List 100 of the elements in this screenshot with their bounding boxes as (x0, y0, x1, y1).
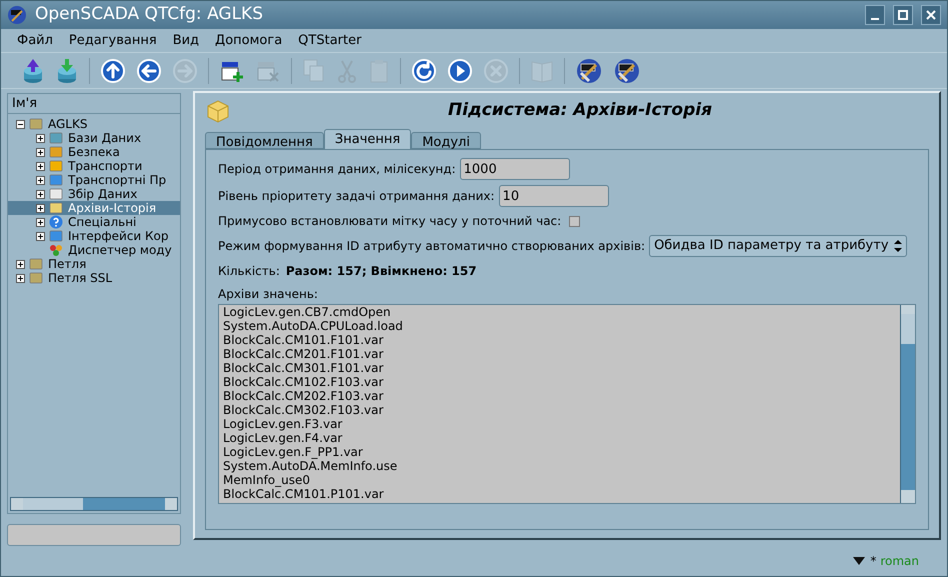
dropdown[interactable]: Обидва ID параметру та атрибуту (649, 235, 907, 257)
expand-icon[interactable] (36, 218, 45, 226)
toolbar-button[interactable] (613, 56, 641, 84)
arrow-right-icon (172, 58, 198, 84)
column-header: Ім'я (8, 94, 180, 114)
list-item[interactable]: System.AutoDA.MemInfo.use (223, 459, 896, 473)
status-marker: * (870, 553, 876, 570)
tree-item[interactable]: Петля (8, 257, 180, 271)
menu-item[interactable]: Вид (172, 30, 200, 50)
tab[interactable]: Модулі (411, 132, 481, 149)
list-item[interactable]: BlockCalc.CM101.F101.var (223, 333, 896, 347)
user-name: roman (880, 553, 919, 570)
toolbar-button[interactable] (411, 58, 437, 84)
tree-item[interactable]: Бази Даних (8, 131, 180, 145)
expand-icon[interactable] (16, 260, 25, 268)
tools-icon (575, 56, 603, 84)
tab[interactable]: Значення (324, 129, 412, 149)
tree-item[interactable]: Диспетчер моду (8, 243, 180, 257)
expand-icon[interactable] (36, 134, 45, 142)
toolbar-button[interactable] (136, 58, 162, 84)
list-item[interactable]: BlockCalc.CM201.F101.var (223, 347, 896, 361)
stop-icon (483, 58, 509, 84)
tree-item-label: Збір Даних (68, 187, 138, 201)
maximize-icon (898, 10, 908, 20)
expand-icon[interactable] (36, 232, 45, 240)
field-label: Режим формування ID атрибуту автоматично створюваних архівів: (218, 238, 646, 255)
minimize-icon (871, 18, 879, 20)
menu-item[interactable]: Допомога (215, 30, 282, 50)
play-icon (447, 58, 473, 84)
horizontal-scrollbar[interactable] (10, 497, 178, 512)
field-label: Примусово встановлювати мітку часу у поточний час: (218, 213, 562, 230)
minimize-button[interactable] (865, 5, 885, 25)
checkbox[interactable] (569, 216, 580, 226)
vertical-scrollbar[interactable] (900, 305, 915, 503)
tree-item[interactable]: Безпека (8, 145, 180, 159)
refresh-icon (411, 58, 437, 84)
collapse-icon[interactable] (16, 120, 25, 128)
list-item[interactable]: LogicLev.gen.F4.var (223, 431, 896, 445)
input-field[interactable]: 10 (498, 185, 609, 207)
arrow-left-icon (136, 58, 162, 84)
list-item[interactable]: BlockCalc.CM202.F103.var (223, 389, 896, 403)
list-item[interactable]: BlockCalc.CM301.F101.var (223, 361, 896, 375)
expand-icon[interactable] (36, 162, 45, 170)
menu-item[interactable]: Редагування (68, 30, 157, 50)
input-field[interactable]: 1000 (460, 158, 570, 180)
list-item[interactable]: BlockCalc.CM101.P101.var (223, 487, 896, 501)
expand-icon[interactable] (36, 204, 45, 212)
copy-icon (302, 58, 326, 84)
tree-item[interactable]: Збір Даних (8, 187, 180, 201)
list-item[interactable]: MemInfo_use0 (223, 473, 896, 487)
tree-item[interactable]: Архіви-Історія (8, 201, 180, 215)
expand-icon[interactable] (16, 274, 25, 282)
list-item[interactable]: LogicLev.gen.F3.var (223, 417, 896, 431)
tree-item[interactable]: Транспорти (8, 159, 180, 173)
tree-item[interactable]: Інтерфейси Кор (8, 229, 180, 243)
field-label: Кількість: (218, 263, 280, 280)
tab[interactable]: Повідомлення (205, 132, 324, 149)
list-item[interactable]: BlockCalc.CM302.F103.var (223, 403, 896, 417)
list-item[interactable]: System.AutoDA.CPULoad.load (223, 319, 896, 333)
tree-item-label: Петля SSL (48, 271, 112, 285)
toolbar-button[interactable] (100, 58, 126, 84)
tree-item-label: Бази Даних (68, 131, 142, 145)
maximize-button[interactable] (893, 5, 913, 25)
window-title: OpenSCADA QTCfg: AGLKS (35, 3, 264, 26)
dots-icon (49, 243, 63, 257)
expand-icon[interactable] (36, 190, 45, 198)
arrow-up-icon (100, 58, 126, 84)
caret-down-icon (852, 556, 866, 566)
tree-item-label: Транспортні Пр (68, 173, 166, 187)
tools-icon (613, 56, 641, 84)
tree-item-label: Диспетчер моду (68, 243, 172, 257)
tree-item-label: Інтерфейси Кор (68, 229, 169, 243)
field-value: Разом: 157; Ввімкнено: 157 (286, 263, 477, 280)
up-down-caret-icon (892, 239, 903, 253)
tree-item-label: Транспорти (68, 159, 142, 173)
close-button[interactable] (921, 5, 941, 25)
expand-icon[interactable] (36, 176, 45, 184)
list-item[interactable]: LogicLev.gen.F_PP1.var (223, 445, 896, 459)
list-item[interactable]: LogicLev.gen.CB7.cmdOpen (223, 305, 896, 319)
tree-item[interactable]: Петля SSL (8, 271, 180, 285)
database-upload-icon (21, 56, 45, 84)
toolbar-button[interactable] (447, 58, 473, 84)
field-label: Рівень пріоритету задачі отримання даних: (218, 188, 495, 205)
tree-item-label: Безпека (68, 145, 120, 159)
tree-item-label: Спеціальні (68, 215, 136, 229)
expand-icon[interactable] (36, 148, 45, 156)
list-label: Архіви значень: (218, 286, 319, 303)
menu-item[interactable]: QTStarter (298, 30, 362, 50)
app-icon (7, 5, 27, 25)
field-label: Період отримання даних, мілісекунд: (218, 161, 456, 178)
list-item[interactable]: BlockCalc.CM102.F103.var (223, 375, 896, 389)
tree-item[interactable]: Спеціальні (8, 215, 180, 229)
toolbar-button[interactable] (575, 56, 603, 84)
tree-item[interactable]: Транспортні Пр (8, 173, 180, 187)
tree-item-label: Архіви-Історія (68, 201, 156, 215)
page-title: Підсистема: Архіви-Історія (446, 99, 713, 122)
help-icon (49, 215, 63, 229)
tree-item[interactable]: AGLKS (8, 117, 180, 131)
menu-item[interactable]: Файл (17, 30, 53, 50)
tree-item-label: AGLKS (48, 117, 88, 131)
